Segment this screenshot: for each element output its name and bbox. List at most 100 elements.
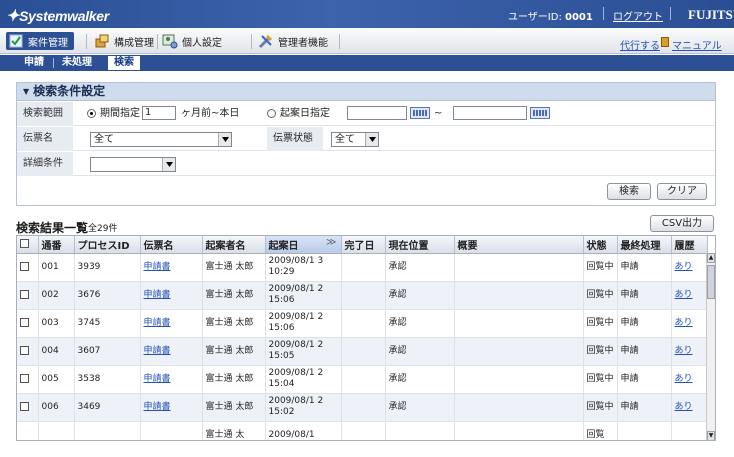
date-from-input[interactable]	[347, 106, 407, 120]
header-divider	[670, 7, 671, 20]
column-header-slip-name[interactable]: 伝票名	[140, 236, 203, 254]
table-row[interactable]: 006 3469 申請書 富士通 太郎 2009/08/1 2 15:02 承認 回覧中 申請…	[17, 393, 708, 422]
date-to-input[interactable]	[453, 106, 527, 120]
column-header-last-action[interactable]: 最終処理	[617, 236, 672, 254]
cell-status: 回覧中	[583, 337, 618, 366]
results-scrollbar[interactable]: ▲ ▼	[706, 253, 715, 440]
table-row[interactable]: 004 3607 申請書 富士通 太郎 2009/08/1 2 15:05 承認 回覧中 申請…	[17, 337, 708, 366]
period-radio[interactable]	[87, 109, 96, 118]
history-link[interactable]: あり	[675, 318, 693, 328]
table-row[interactable]: 富士通 太 2009/08/1 回覧	[17, 421, 708, 440]
row-select-cell[interactable]	[17, 253, 39, 282]
cell-history: あり	[671, 393, 708, 422]
slip-status-value: 全て	[335, 134, 355, 145]
cell-current-position: 承認	[385, 393, 455, 422]
row-select-cell[interactable]	[17, 281, 39, 310]
tab-apply[interactable]: 申請	[18, 56, 50, 70]
tab-search[interactable]: 検索	[108, 56, 140, 70]
search-conditions-title: 検索条件設定	[33, 84, 106, 98]
scroll-thumb[interactable]	[707, 265, 715, 299]
collapse-triangle-icon: ▼	[23, 87, 30, 96]
sub-tab-bar: 申請 未処理 検索	[0, 55, 734, 71]
table-row[interactable]: 003 3745 申請書 富士通 太郎 2009/08/1 2 15:06 承認 回覧中 申請…	[17, 309, 708, 338]
column-header-author[interactable]: 起案者名	[202, 236, 266, 254]
row-checkbox[interactable]	[20, 373, 29, 383]
table-row[interactable]: 002 3676 申請書 富士通 太郎 2009/08/1 2 15:06 承認 回覧中 申請…	[17, 281, 708, 310]
cell-completion-date	[341, 393, 386, 422]
row-select-cell[interactable]	[17, 393, 39, 422]
logout-link[interactable]: ログアウト	[613, 8, 663, 23]
cell-summary	[454, 309, 584, 338]
history-link[interactable]: あり	[675, 402, 693, 412]
history-link[interactable]: あり	[675, 346, 693, 356]
select-all-header[interactable]	[17, 236, 39, 254]
user-id-label: ユーザーID:	[508, 12, 562, 23]
cell-no: 002	[38, 281, 75, 310]
history-link[interactable]: あり	[675, 290, 693, 300]
table-row[interactable]: 005 3538 申請書 富士通 太郎 2009/08/1 2 15:04 承認 回覧中 申請…	[17, 365, 708, 394]
cell-slip-name: 申請書	[140, 281, 203, 310]
clear-button[interactable]: クリア	[657, 183, 707, 200]
column-header-current-position[interactable]: 現在位置	[385, 236, 455, 254]
cell-current-position: 承認	[385, 253, 455, 282]
slip-name-link[interactable]: 申請書	[144, 346, 171, 356]
column-header-status[interactable]: 状態	[583, 236, 618, 254]
slip-name-select[interactable]: 全て	[90, 132, 232, 147]
column-header-summary[interactable]: 概要	[454, 236, 584, 254]
range-tilde: ~	[434, 108, 443, 119]
menu-item-configuration[interactable]: 構成管理	[94, 32, 154, 50]
select-all-checkbox[interactable]	[20, 239, 29, 249]
slip-name-link[interactable]: 申請書	[144, 262, 171, 272]
date-radio[interactable]	[267, 109, 276, 118]
proxy-link[interactable]: 代行する	[620, 37, 660, 52]
column-header-history[interactable]: 履歴	[671, 236, 708, 254]
scroll-down-arrow-icon[interactable]: ▼	[707, 431, 715, 440]
menu-item-case-management[interactable]: 案件管理	[6, 32, 74, 50]
calendar-to-icon[interactable]	[530, 107, 550, 119]
scroll-up-arrow-icon[interactable]: ▲	[707, 253, 715, 263]
cell-history	[671, 421, 708, 440]
row-checkbox[interactable]	[20, 401, 29, 411]
cell-no: 006	[38, 393, 75, 422]
row-checkbox[interactable]	[20, 317, 29, 327]
cell-process-id: 3676	[74, 281, 141, 310]
slip-name-link[interactable]: 申請書	[144, 374, 171, 384]
cell-status: 回覧中	[583, 393, 618, 422]
column-header-no[interactable]: 通番	[38, 236, 75, 254]
menu-item-label: 個人設定	[182, 37, 222, 49]
column-header-completion-date[interactable]: 完了日	[341, 236, 386, 254]
row-select-cell[interactable]	[17, 421, 39, 440]
slip-name-link[interactable]: 申請書	[144, 402, 171, 412]
cell-last-action: 申請	[617, 253, 672, 282]
row-select-cell[interactable]	[17, 337, 39, 366]
slip-name-link[interactable]: 申請書	[144, 318, 171, 328]
csv-export-button[interactable]: CSV出力	[650, 215, 714, 232]
tab-unprocessed[interactable]: 未処理	[56, 56, 98, 70]
history-link[interactable]: あり	[675, 262, 693, 272]
row-checkbox[interactable]	[20, 345, 29, 355]
calendar-from-icon[interactable]	[410, 107, 430, 119]
row-select-cell[interactable]	[17, 309, 39, 338]
detail-conditions-select[interactable]	[90, 157, 176, 172]
cell-summary	[454, 281, 584, 310]
manual-link[interactable]: マニュアル	[672, 37, 722, 52]
menu-item-admin-functions[interactable]: 管理者機能	[258, 32, 328, 50]
search-button[interactable]: 検索	[607, 183, 651, 200]
cell-completion-date	[341, 281, 386, 310]
row-checkbox[interactable]	[20, 289, 29, 299]
slip-name-link[interactable]: 申請書	[144, 290, 171, 300]
row-select-cell[interactable]	[17, 365, 39, 394]
table-row[interactable]: 001 3939 申請書 富士通 太郎 2009/08/1 3 10:29 承認 回覧中 申請…	[17, 253, 708, 282]
date-option-label: 起案日指定	[280, 108, 330, 119]
search-conditions-header[interactable]: ▼ 検索条件設定	[17, 83, 715, 101]
slip-status-select[interactable]: 全て	[331, 132, 379, 147]
cell-summary	[454, 393, 584, 422]
history-link[interactable]: あり	[675, 374, 693, 384]
cell-history: あり	[671, 365, 708, 394]
column-header-process-id[interactable]: プロセスID	[74, 236, 141, 254]
menu-item-personal-settings[interactable]: 個人設定	[162, 32, 222, 50]
cell-process-id: 3538	[74, 365, 141, 394]
row-checkbox[interactable]	[20, 261, 29, 271]
column-header-draft-date[interactable]: 起案日 ≫	[265, 236, 342, 254]
period-months-input[interactable]: 1	[142, 106, 176, 120]
